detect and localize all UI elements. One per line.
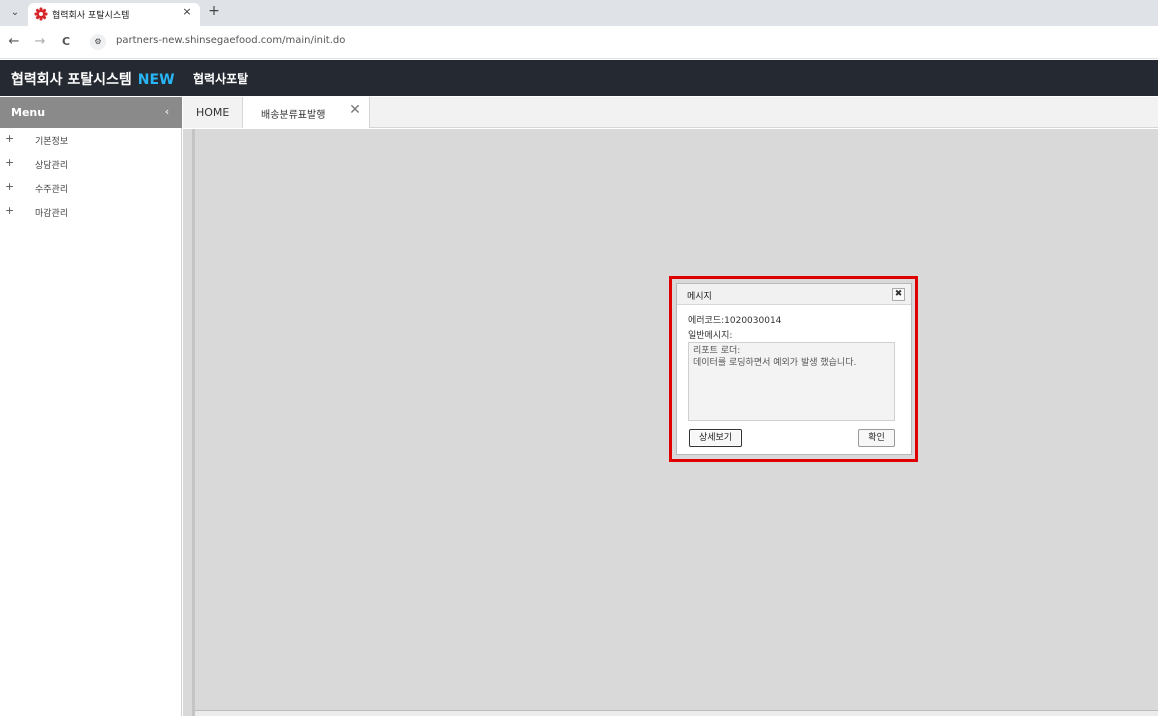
brand-new-badge: NEW (137, 72, 175, 88)
sidebar: Menu ‹ + 기본정보 + 상담관리 + 수주관리 + 마감관리 (0, 97, 182, 716)
expand-plus-icon[interactable]: + (5, 132, 17, 146)
browser-tab[interactable]: 협력회사 포탈시스템 × (28, 3, 200, 26)
close-tab-icon[interactable]: × (180, 5, 194, 21)
ok-button[interactable]: 확인 (858, 429, 895, 447)
brand-title: 협력회사 포탈시스템 (11, 72, 132, 88)
site-info-icon[interactable]: ⚙ (90, 34, 106, 50)
dialog-title: 메시지 (687, 292, 712, 302)
browser-toolbar: ← → C ⚙ partners-new.shinsegaefood.com/m… (0, 26, 1158, 59)
sidebar-item-label: 상담관리 (35, 161, 69, 171)
partner-portal-link[interactable]: 협력사포탈 (193, 70, 248, 87)
sidebar-item-orders[interactable]: + 수주관리 (0, 176, 182, 200)
menu-list: + 기본정보 + 상담관리 + 수주관리 + 마감관리 (0, 128, 182, 224)
message-line: 데이터를 로딩하면서 예외가 발생 했습니다. (693, 358, 857, 368)
message-line: 리포트 로더: (693, 346, 741, 356)
collapse-menu-icon[interactable]: ‹ (160, 105, 174, 119)
view-details-button[interactable]: 상세보기 (689, 429, 742, 447)
dialog-close-icon[interactable]: ✖ (892, 288, 905, 301)
message-dialog: 메시지 ✖ 에러코드:1020030014 일반메시지: 리포트 로더: 데이터… (676, 283, 912, 455)
url-text[interactable]: partners-new.shinsegaefood.com/main/init… (116, 35, 345, 46)
content-footer-strip (195, 710, 1158, 716)
dialog-titlebar[interactable]: 메시지 ✖ (677, 284, 911, 305)
tab-home[interactable]: HOME (183, 97, 243, 128)
error-code-text: 에러코드:1020030014 (688, 316, 782, 326)
browser-tab-title: 협력회사 포탈시스템 (52, 11, 130, 21)
expand-plus-icon[interactable]: + (5, 156, 17, 170)
content-frame-edge (192, 129, 195, 716)
sidebar-item-closing[interactable]: + 마감관리 (0, 200, 182, 224)
close-tab-x-icon[interactable]: ✕ (347, 102, 363, 120)
sidebar-item-label: 수주관리 (35, 185, 69, 195)
sidebar-item-label: 마감관리 (35, 209, 69, 219)
site-favicon-icon (34, 7, 48, 21)
tab-home-label: HOME (196, 106, 230, 119)
browser-tab-strip: ⌄ 협력회사 포탈시스템 × + (0, 0, 1158, 26)
sidebar-item-basic-info[interactable]: + 기본정보 (0, 128, 182, 152)
tab-active-label: 배송분류표발행 (261, 110, 326, 121)
app-brand[interactable]: 협력회사 포탈시스템 NEW (11, 69, 175, 89)
sidebar-item-label: 기본정보 (35, 137, 69, 147)
expand-plus-icon[interactable]: + (5, 180, 17, 194)
reload-icon[interactable]: C (58, 34, 74, 50)
address-bar[interactable]: ⚙ partners-new.shinsegaefood.com/main/in… (86, 31, 1158, 53)
tab-delivery-label-print[interactable]: 배송분류표발행 ✕ (243, 97, 370, 128)
new-tab-icon[interactable]: + (206, 3, 222, 21)
app-header: 협력회사 포탈시스템 NEW 협력사포탈 (0, 60, 1158, 96)
back-arrow-icon[interactable]: ← (6, 34, 22, 50)
general-message-label: 일반메시지: (688, 331, 733, 341)
sidebar-item-consultation[interactable]: + 상담관리 (0, 152, 182, 176)
forward-arrow-icon[interactable]: → (32, 34, 48, 50)
content-tab-bar: HOME 배송분류표발행 ✕ (183, 97, 1158, 128)
tab-search-dropdown-icon[interactable]: ⌄ (6, 4, 24, 22)
menu-title: Menu (11, 106, 46, 119)
menu-header: Menu ‹ (0, 97, 182, 128)
expand-plus-icon[interactable]: + (5, 204, 17, 218)
message-textarea[interactable]: 리포트 로더: 데이터를 로딩하면서 예외가 발생 했습니다. (688, 342, 895, 421)
